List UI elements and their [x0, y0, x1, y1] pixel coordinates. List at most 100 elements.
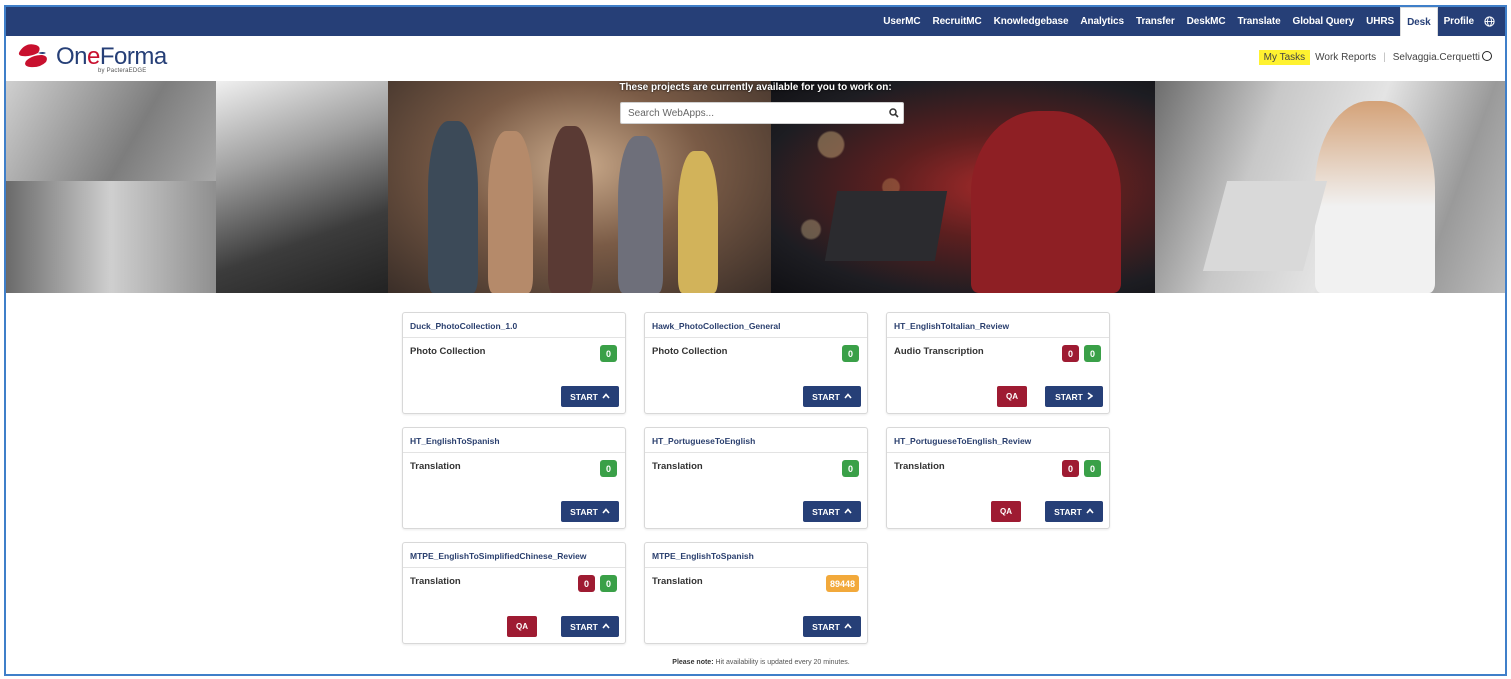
- hit-count-badge: 89448: [825, 575, 859, 592]
- hero-text: These projects are currently available f…: [619, 82, 892, 93]
- qa-button[interactable]: QA: [991, 501, 1021, 522]
- card-badges: 00: [578, 575, 617, 592]
- project-card: HT_PortugueseToEnglish_Review Translation…: [886, 427, 1110, 529]
- project-card: HT_EnglishToItalian_Review Audio Transcri…: [886, 312, 1110, 414]
- project-card: MTPE_EnglishToSpanish Translation 89448 STA…: [644, 542, 868, 644]
- start-button-label: START: [570, 391, 598, 402]
- card-title[interactable]: HT_PortugueseToEnglish_Review: [887, 428, 1109, 453]
- start-button[interactable]: START: [803, 616, 861, 637]
- qa-button[interactable]: QA: [507, 616, 537, 637]
- start-button-label: START: [1054, 506, 1082, 517]
- card-type: Translation: [894, 461, 945, 472]
- hit-count-badge: 0: [600, 345, 617, 362]
- project-card: MTPE_EnglishToSimplifiedChinese_Review Tr…: [402, 542, 626, 644]
- hit-count-badge: 0: [842, 460, 859, 477]
- card-badges: 0: [600, 460, 617, 477]
- work-reports-link[interactable]: Work Reports: [1310, 50, 1381, 65]
- start-button-label: START: [570, 621, 598, 632]
- card-title[interactable]: Duck_PhotoCollection_1.0: [403, 313, 625, 338]
- nav-analytics[interactable]: Analytics: [1074, 7, 1130, 36]
- header-links: My Tasks Work Reports | Selvaggia.Cerque…: [1258, 49, 1497, 65]
- search-icon[interactable]: [885, 103, 903, 123]
- project-card: Hawk_PhotoCollection_General Photo Collec…: [644, 312, 868, 414]
- hero-photo-1: [6, 81, 388, 293]
- logo-brand-part1: On: [56, 43, 88, 70]
- chevron-up-icon: [844, 392, 852, 401]
- start-button[interactable]: START: [1045, 386, 1103, 407]
- card-type: Photo Collection: [652, 346, 728, 357]
- start-button[interactable]: START: [1045, 501, 1103, 522]
- card-title[interactable]: HT_PortugueseToEnglish: [645, 428, 867, 453]
- user-name: Selvaggia.Cerquetti: [1392, 52, 1480, 63]
- start-button[interactable]: START: [803, 386, 861, 407]
- oneforma-logo[interactable]: OneForma by PacteraEDGE: [16, 41, 186, 77]
- project-card: Duck_PhotoCollection_1.0 Photo Collection…: [402, 312, 626, 414]
- logo-subtitle: by PacteraEDGE: [98, 68, 147, 74]
- start-button-label: START: [812, 391, 840, 402]
- search-box: [620, 102, 904, 124]
- chevron-up-icon: [602, 622, 610, 631]
- card-type: Translation: [410, 461, 461, 472]
- card-badges: 00: [1062, 460, 1101, 477]
- card-title[interactable]: HT_EnglishToItalian_Review: [887, 313, 1109, 338]
- card-title[interactable]: MTPE_EnglishToSimplifiedChinese_Review: [403, 543, 625, 568]
- nav-uhrs[interactable]: UHRS: [1360, 7, 1400, 36]
- project-card: HT_PortugueseToEnglish Translation 0 START: [644, 427, 868, 529]
- project-card: HT_EnglishToSpanish Translation 0 START: [402, 427, 626, 529]
- logo-mark-icon: [18, 44, 47, 68]
- availability-note: Please note: Hit availability is updated…: [406, 659, 1116, 666]
- chevron-up-icon: [602, 392, 610, 401]
- hit-count-badge: 0: [1084, 345, 1101, 362]
- note-text: Hit availability is updated every 20 min…: [713, 659, 850, 666]
- top-nav: UserMC RecruitMC Knowledgebase Analytics…: [6, 7, 1505, 36]
- header-bar: OneForma by PacteraEDGE My Tasks Work Re…: [6, 36, 1505, 81]
- start-button[interactable]: START: [561, 386, 619, 407]
- hit-count-badge: 0: [600, 575, 617, 592]
- chevron-up-icon: [844, 507, 852, 516]
- chevron-right-icon: [1087, 391, 1094, 402]
- start-button[interactable]: START: [561, 616, 619, 637]
- nav-deskmc[interactable]: DeskMC: [1181, 7, 1232, 36]
- search-input[interactable]: [621, 107, 885, 119]
- card-badges: 89448: [825, 575, 859, 592]
- search-icon-svg: [889, 108, 899, 118]
- nav-recruitmc[interactable]: RecruitMC: [926, 7, 987, 36]
- qa-count-badge: 0: [1062, 345, 1079, 362]
- nav-global-query[interactable]: Global Query: [1287, 7, 1361, 36]
- card-type: Translation: [652, 576, 703, 587]
- start-button[interactable]: START: [803, 501, 861, 522]
- start-button-label: START: [570, 506, 598, 517]
- card-type: Translation: [652, 461, 703, 472]
- nav-translate[interactable]: Translate: [1232, 7, 1287, 36]
- note-label: Please note:: [672, 659, 714, 666]
- nav-knowledgebase[interactable]: Knowledgebase: [988, 7, 1075, 36]
- start-button[interactable]: START: [561, 501, 619, 522]
- start-button-label: START: [812, 506, 840, 517]
- user-menu[interactable]: Selvaggia.Cerquetti: [1388, 49, 1497, 65]
- start-button-label: START: [1055, 391, 1083, 402]
- hit-count-badge: 0: [1084, 460, 1101, 477]
- logo-brand: OneForma: [56, 43, 167, 71]
- card-type: Translation: [410, 576, 461, 587]
- globe-icon-svg: [1484, 16, 1495, 27]
- app-frame: UserMC RecruitMC Knowledgebase Analytics…: [4, 5, 1507, 676]
- header-separator: |: [1383, 51, 1386, 63]
- card-title[interactable]: HT_EnglishToSpanish: [403, 428, 625, 453]
- qa-count-badge: 0: [1062, 460, 1079, 477]
- user-icon: [1482, 51, 1492, 61]
- nav-usermc[interactable]: UserMC: [877, 7, 926, 36]
- card-badges: 00: [1062, 345, 1101, 362]
- card-type: Photo Collection: [410, 346, 486, 357]
- card-badges: 0: [842, 345, 859, 362]
- hit-count-badge: 0: [842, 345, 859, 362]
- card-title[interactable]: MTPE_EnglishToSpanish: [645, 543, 867, 568]
- nav-desk[interactable]: Desk: [1400, 7, 1438, 36]
- hero-photo-4: [1155, 81, 1505, 293]
- nav-transfer[interactable]: Transfer: [1130, 7, 1181, 36]
- globe-icon[interactable]: [1480, 7, 1505, 36]
- qa-button[interactable]: QA: [997, 386, 1027, 407]
- logo-brand-part2: Forma: [99, 43, 167, 70]
- my-tasks-link[interactable]: My Tasks: [1258, 49, 1311, 65]
- card-title[interactable]: Hawk_PhotoCollection_General: [645, 313, 867, 338]
- nav-profile[interactable]: Profile: [1438, 7, 1480, 36]
